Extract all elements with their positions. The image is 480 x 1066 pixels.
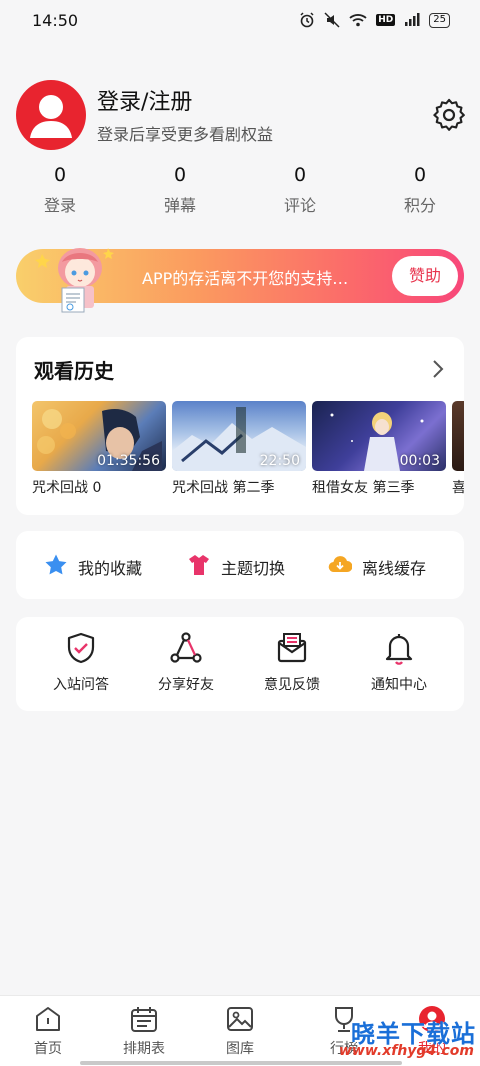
signal-icon	[404, 13, 420, 27]
stat-label: 积分	[403, 196, 436, 215]
stat-login[interactable]: 0 登录	[20, 164, 100, 216]
shield-check-icon	[36, 631, 126, 665]
avatar[interactable]	[16, 80, 86, 150]
tab-label: 图库	[226, 1041, 254, 1057]
tool-label: 入站问答	[53, 677, 109, 693]
quick-actions-card: 我的收藏 主题切换 离线缓存	[16, 531, 464, 599]
stat-comments[interactable]: 0 评论	[260, 164, 340, 216]
watch-history-card: 观看历史 01:35:56 咒术回战 0 22:50 咒术回战 第二季 00:0…	[16, 337, 464, 515]
offline-cache-button[interactable]: 离线缓存	[328, 553, 426, 581]
login-register-title[interactable]: 登录/注册	[97, 84, 192, 116]
stat-label: 评论	[283, 196, 316, 215]
stat-label: 弹幕	[163, 196, 196, 215]
watermark-url: www.xfhyg4.com	[338, 1043, 474, 1059]
login-subtitle: 登录后享受更多看剧权益	[97, 125, 274, 144]
notification-center-button[interactable]: 通知中心	[354, 631, 444, 694]
gear-icon[interactable]	[432, 98, 466, 132]
home-indicator[interactable]	[80, 1061, 402, 1065]
home-icon	[18, 1004, 78, 1034]
stat-value: 0	[53, 164, 67, 186]
stat-danmaku[interactable]: 0 弹幕	[140, 164, 220, 216]
history-thumbnail[interactable]: 01:35:56	[32, 401, 166, 471]
stat-value: 0	[173, 164, 187, 186]
history-title: 观看历史	[34, 359, 114, 383]
wifi-icon	[349, 13, 367, 27]
tool-label: 分享好友	[158, 677, 214, 693]
tab-label: 首页	[34, 1041, 62, 1057]
stat-value: 0	[293, 164, 307, 186]
tab-home[interactable]: 首页	[18, 1004, 78, 1058]
favorites-button[interactable]: 我的收藏	[44, 553, 142, 581]
tool-label: 通知中心	[371, 677, 427, 693]
stat-points[interactable]: 0 积分	[380, 164, 460, 216]
alarm-icon	[299, 12, 315, 28]
history-item-title[interactable]: 租借女友 第三季	[312, 477, 414, 497]
stat-value: 0	[413, 164, 427, 186]
image-icon	[210, 1004, 270, 1034]
chevron-right-icon[interactable]	[432, 359, 444, 379]
share-friends-button[interactable]: 分享好友	[141, 631, 231, 694]
history-thumbnail[interactable]: 22:50	[172, 401, 306, 471]
site-quiz-button[interactable]: 入站问答	[36, 631, 126, 694]
sponsor-button[interactable]: 赞助	[392, 256, 458, 296]
history-item-title[interactable]: 咒术回战 第二季	[172, 477, 274, 497]
bell-icon	[354, 631, 444, 665]
status-bar: 14:50 HD 25	[0, 0, 480, 40]
stat-label: 登录	[43, 196, 76, 215]
video-duration: 22:50	[259, 453, 300, 469]
tab-gallery[interactable]: 图库	[210, 1004, 270, 1058]
feedback-button[interactable]: 意见反馈	[247, 631, 337, 694]
shirt-icon	[187, 553, 211, 581]
hd-badge: HD	[376, 14, 396, 26]
quick-action-label: 我的收藏	[78, 559, 143, 578]
history-thumbnail[interactable]: 00:03	[312, 401, 446, 471]
banner-text: APP的存活离不开您的支持…	[142, 269, 349, 288]
battery-icon: 25	[429, 12, 450, 28]
quick-action-label: 主题切换	[221, 559, 286, 578]
tool-label: 意见反馈	[264, 677, 320, 693]
video-duration: 01:35:56	[97, 453, 160, 469]
quick-action-label: 离线缓存	[362, 559, 427, 578]
tab-label: 排期表	[123, 1041, 165, 1057]
status-icons: HD 25	[299, 12, 450, 28]
mute-icon	[324, 12, 340, 28]
mail-icon	[247, 631, 337, 665]
site-watermark: 晓羊下载站 www.xfhyg4.com	[334, 1010, 480, 1066]
tools-card: 入站问答 分享好友 意见反馈 通知中心	[16, 617, 464, 711]
cloud-download-icon	[328, 553, 353, 581]
profile-header[interactable]: 登录/注册 登录后享受更多看剧权益	[16, 80, 466, 152]
video-duration: 00:03	[399, 453, 440, 469]
history-item-title[interactable]: 喜	[452, 477, 464, 497]
status-time: 14:50	[32, 10, 79, 30]
history-item-title[interactable]: 咒术回战 0	[32, 477, 101, 497]
user-stats: 0 登录 0 弹幕 0 评论 0 积分	[0, 164, 480, 220]
star-icon	[44, 553, 68, 581]
theme-switch-button[interactable]: 主题切换	[187, 553, 285, 581]
tab-schedule[interactable]: 排期表	[114, 1004, 174, 1058]
mascot-illustration	[32, 240, 122, 316]
share-icon	[141, 631, 231, 665]
history-thumbnail[interactable]	[452, 401, 464, 471]
calendar-icon	[114, 1004, 174, 1034]
